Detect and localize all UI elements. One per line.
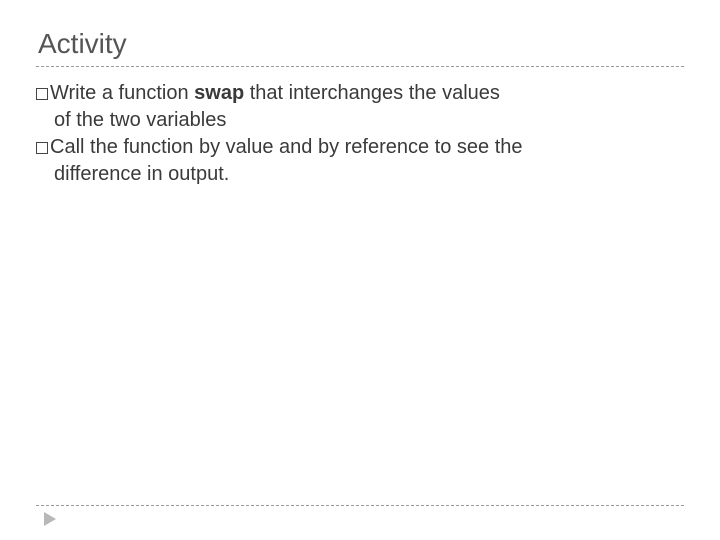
bullet-item: Write a function swap that interchanges … (36, 81, 684, 106)
bullet-text-pre: Call the function by value and by refere… (50, 136, 523, 158)
bullet-continuation: difference in output. (54, 162, 684, 187)
footer-divider (36, 505, 684, 506)
content-area: Write a function swap that interchanges … (36, 81, 684, 187)
bullet-text-post: that interchanges the values (244, 82, 500, 104)
bullet-text-bold: swap (194, 82, 244, 104)
slide: Activity Write a function swap that inte… (0, 0, 720, 540)
square-bullet-icon (36, 142, 48, 154)
bullet-text-pre: Write a function (50, 82, 194, 104)
slide-title: Activity (38, 28, 684, 60)
bullet-continuation: of the two variables (54, 108, 684, 133)
bullet-item: Call the function by value and by refere… (36, 135, 684, 160)
square-bullet-icon (36, 88, 48, 100)
title-divider (36, 66, 684, 67)
play-icon (44, 512, 56, 526)
